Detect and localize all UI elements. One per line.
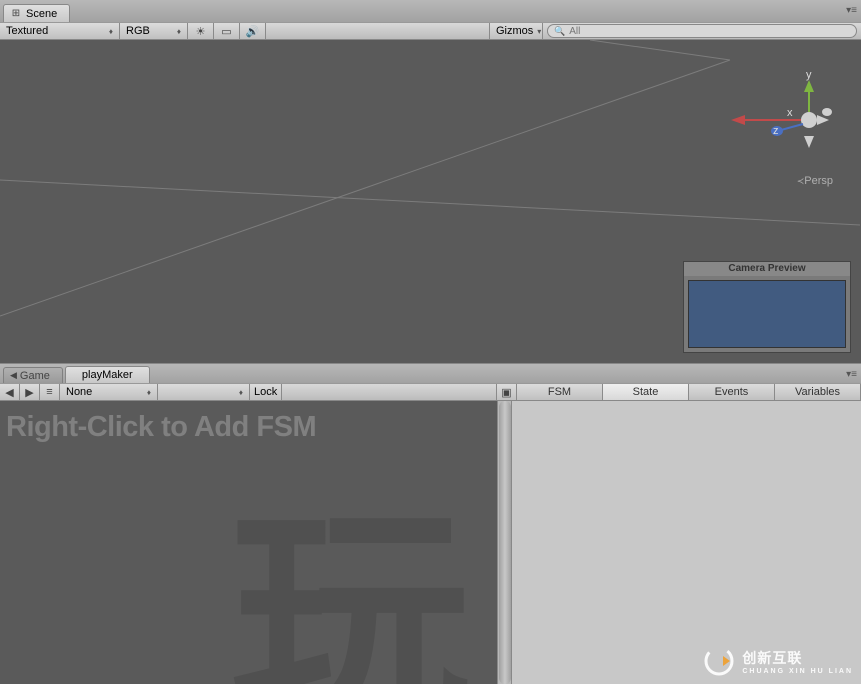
- inspector-tab-events-label: Events: [715, 386, 749, 398]
- game-tab-label: Game: [20, 370, 50, 382]
- scene-image-toggle[interactable]: ▭: [214, 23, 240, 39]
- panel-menu-icon[interactable]: ▾≡: [846, 369, 857, 380]
- scene-panel: ⊞ Scene ▾≡ Textured ♦ RGB ♦ ☀ ▭ 🔊 Gizmos…: [0, 0, 861, 363]
- chevron-right-icon: ▶: [25, 386, 33, 399]
- axis-gizmo[interactable]: y x z: [771, 80, 841, 150]
- playmaker-panel: ◀ Game playMaker ▾≡ ◀ ▶ ≡ None ♦ ♦ Lock …: [0, 363, 861, 684]
- gizmos-label: Gizmos: [496, 25, 533, 37]
- chevron-left-icon: ◀: [5, 386, 13, 399]
- panel-menu-icon[interactable]: ▾≡: [846, 5, 857, 16]
- scene-search[interactable]: 🔍: [547, 24, 857, 38]
- minimize-button[interactable]: ▣: [496, 384, 516, 400]
- inspector-tabs: FSM State Events Variables: [516, 384, 861, 400]
- playmaker-tab[interactable]: playMaker: [65, 366, 150, 383]
- fsm-target-dropdown[interactable]: None ♦: [60, 384, 158, 400]
- render-mode-dropdown[interactable]: Textured ♦: [0, 23, 120, 39]
- scene-viewport[interactable]: y x z ≺Persp Camera Preview: [0, 40, 861, 363]
- chevron-down-icon: ▾: [537, 27, 541, 36]
- audio-icon: 🔊: [246, 25, 260, 38]
- scene-tab-label: Scene: [26, 8, 57, 20]
- graph-scrollbar[interactable]: [497, 401, 511, 684]
- chevron-down-icon: ♦: [109, 27, 113, 36]
- bottom-tab-row: ◀ Game playMaker ▾≡: [0, 363, 861, 383]
- minimize-icon: ▣: [501, 386, 511, 399]
- gizmos-dropdown[interactable]: Gizmos ▾: [489, 23, 543, 39]
- svg-text:x: x: [787, 107, 793, 119]
- render-mode-value: Textured: [6, 25, 48, 37]
- scene-tab[interactable]: ⊞ Scene: [3, 4, 70, 22]
- search-icon: 🔍: [554, 26, 565, 37]
- chevron-down-icon: ♦: [239, 388, 243, 397]
- persp-label: ≺Persp: [797, 175, 833, 187]
- graph-scrollbar-thumb[interactable]: [499, 401, 511, 684]
- playmaker-content: Right-Click to Add FSM 玩: [0, 401, 861, 684]
- game-icon: ◀: [10, 370, 17, 381]
- color-mode-value: RGB: [126, 25, 150, 37]
- lock-button[interactable]: Lock: [250, 384, 282, 400]
- lock-label: Lock: [254, 386, 277, 398]
- menu-icon: ≡: [46, 386, 52, 398]
- camera-preview: Camera Preview: [683, 261, 851, 353]
- color-mode-dropdown[interactable]: RGB ♦: [120, 23, 188, 39]
- inspector-tab-variables-label: Variables: [795, 386, 840, 398]
- fsm-graph-view[interactable]: Right-Click to Add FSM 玩: [0, 401, 511, 684]
- fsm-select-dropdown[interactable]: ♦: [158, 384, 250, 400]
- camera-preview-viewport: [688, 280, 846, 348]
- inspector-tab-state[interactable]: State: [603, 384, 689, 400]
- playmaker-toolbar: ◀ ▶ ≡ None ♦ ♦ Lock ▣ FSM State: [0, 383, 861, 401]
- scene-search-input[interactable]: [569, 26, 850, 37]
- inspector-tab-fsm-label: FSM: [548, 386, 571, 398]
- inspector-tab-state-label: State: [633, 386, 659, 398]
- chevron-down-icon: ♦: [147, 388, 151, 397]
- nav-recent-button[interactable]: ≡: [40, 384, 60, 400]
- nav-back-button[interactable]: ◀: [0, 384, 20, 400]
- scene-audio-toggle[interactable]: 🔊: [240, 23, 266, 39]
- inspector-tab-variables[interactable]: Variables: [775, 384, 861, 400]
- playmaker-tab-label: playMaker: [82, 369, 133, 381]
- nav-forward-button[interactable]: ▶: [20, 384, 40, 400]
- scene-tab-row: ⊞ Scene ▾≡: [0, 0, 861, 22]
- svg-text:y: y: [806, 70, 812, 81]
- chevron-down-icon: ♦: [177, 27, 181, 36]
- inspector-tab-fsm[interactable]: FSM: [517, 384, 603, 400]
- sun-icon: ☀: [196, 25, 206, 38]
- fsm-graph-hint: Right-Click to Add FSM: [6, 411, 316, 444]
- graph-background-glyph: 玩: [230, 504, 470, 684]
- inspector-tab-events[interactable]: Events: [689, 384, 775, 400]
- image-icon: ▭: [221, 25, 231, 38]
- scene-icon: ⊞: [10, 8, 22, 20]
- fsm-target-value: None: [66, 386, 92, 398]
- inspector-panel: [511, 401, 861, 684]
- camera-preview-title: Camera Preview: [684, 262, 850, 276]
- svg-text:z: z: [773, 125, 779, 137]
- game-tab[interactable]: ◀ Game: [3, 367, 63, 383]
- scene-toolbar: Textured ♦ RGB ♦ ☀ ▭ 🔊 Gizmos ▾ 🔍: [0, 22, 861, 40]
- scene-lighting-toggle[interactable]: ☀: [188, 23, 214, 39]
